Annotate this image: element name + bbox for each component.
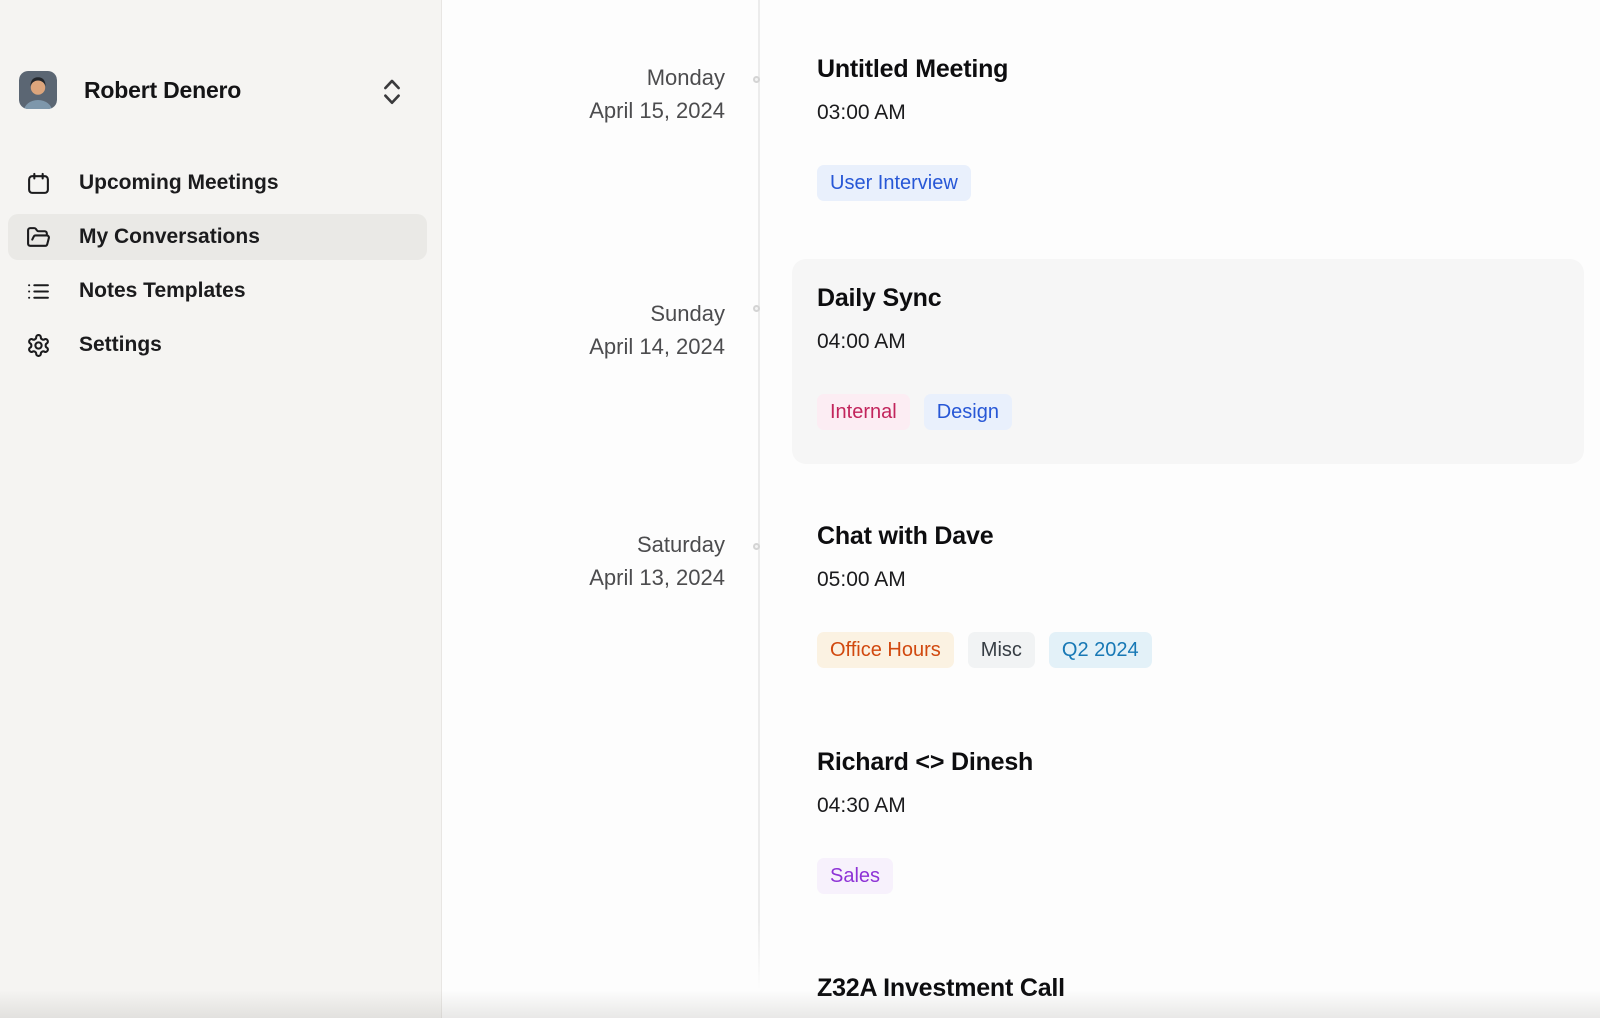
meeting-item[interactable]: Untitled Meeting 03:00 AM User Interview	[817, 55, 1600, 201]
user-profile[interactable]: Robert Denero	[19, 71, 413, 109]
meeting-tags: Office Hours Misc Q2 2024	[817, 632, 1600, 668]
meetings-timeline[interactable]: Monday April 15, 2024 Untitled Meeting 0…	[442, 0, 1600, 1018]
meeting-item[interactable]: Richard <> Dinesh 04:30 AM Sales	[817, 748, 1600, 894]
date-label: Saturday April 13, 2024	[442, 528, 725, 594]
tag-badge: Sales	[817, 858, 893, 894]
folder-icon	[26, 225, 51, 250]
sidebar-nav: Upcoming Meetings My Conversations Notes…	[8, 160, 427, 376]
date-group: Sunday April 14, 2024 Daily Sync 04:00 A…	[442, 259, 1600, 464]
meeting-tags: Sales	[817, 858, 1600, 894]
meeting-title: Daily Sync	[817, 284, 1559, 313]
date-label-day: Sunday	[442, 297, 725, 330]
timeline-dot	[753, 76, 760, 83]
meeting-item[interactable]: Daily Sync 04:00 AM Internal Design	[792, 259, 1584, 464]
gear-icon	[26, 333, 51, 358]
profile-switcher-icon[interactable]	[381, 77, 403, 104]
meeting-title: Z32A Investment Call	[817, 974, 1600, 1003]
tag-badge: Internal	[817, 394, 910, 430]
sidebar-item-settings[interactable]: Settings	[8, 322, 427, 368]
sidebar-item-label: My Conversations	[79, 225, 260, 249]
sidebar-item-my-conversations[interactable]: My Conversations	[8, 214, 427, 260]
date-label-date: April 13, 2024	[442, 561, 725, 594]
date-group: Monday April 15, 2024 Untitled Meeting 0…	[442, 55, 1600, 201]
date-label-day: Monday	[442, 61, 725, 94]
user-name: Robert Denero	[84, 77, 241, 104]
meeting-time: 04:30 AM	[817, 793, 1600, 818]
sidebar-item-label: Upcoming Meetings	[79, 171, 279, 195]
date-label-day: Saturday	[442, 528, 725, 561]
date-label: Sunday April 14, 2024	[442, 297, 725, 363]
date-group: Saturday April 13, 2024 Chat with Dave 0…	[442, 522, 1600, 1003]
calendar-icon	[26, 171, 51, 196]
date-label-date: April 14, 2024	[442, 330, 725, 363]
tag-badge: Office Hours	[817, 632, 954, 668]
meeting-item[interactable]: Chat with Dave 05:00 AM Office Hours Misc…	[817, 522, 1600, 668]
meeting-time: 03:00 AM	[817, 100, 1600, 125]
meeting-title: Untitled Meeting	[817, 55, 1600, 84]
timeline-groups: Monday April 15, 2024 Untitled Meeting 0…	[442, 0, 1600, 1018]
meeting-time: 04:00 AM	[817, 329, 1559, 354]
date-label-date: April 15, 2024	[442, 94, 725, 127]
timeline-dot	[753, 543, 760, 550]
meeting-title: Richard <> Dinesh	[817, 748, 1600, 777]
meeting-tags: User Interview	[817, 165, 1600, 201]
meeting-item[interactable]: Z32A Investment Call	[817, 974, 1600, 1003]
meetings-list: Chat with Dave 05:00 AM Office Hours Misc…	[442, 522, 1600, 1003]
tag-badge: Q2 2024	[1049, 632, 1152, 668]
sidebar-item-label: Settings	[79, 333, 162, 357]
meeting-title: Chat with Dave	[817, 522, 1600, 551]
tag-badge: Misc	[968, 632, 1035, 668]
tag-badge: User Interview	[817, 165, 971, 201]
date-label: Monday April 15, 2024	[442, 61, 725, 127]
meeting-tags: Internal Design	[817, 394, 1559, 430]
list-icon	[26, 279, 51, 304]
meeting-time: 05:00 AM	[817, 567, 1600, 592]
sidebar: Robert Denero Upcoming Meetings My Conve…	[0, 0, 442, 1018]
timeline-dot	[753, 305, 760, 312]
sidebar-item-label: Notes Templates	[79, 279, 246, 303]
avatar	[19, 71, 57, 109]
sidebar-item-upcoming-meetings[interactable]: Upcoming Meetings	[8, 160, 427, 206]
sidebar-item-notes-templates[interactable]: Notes Templates	[8, 268, 427, 314]
tag-badge: Design	[924, 394, 1012, 430]
